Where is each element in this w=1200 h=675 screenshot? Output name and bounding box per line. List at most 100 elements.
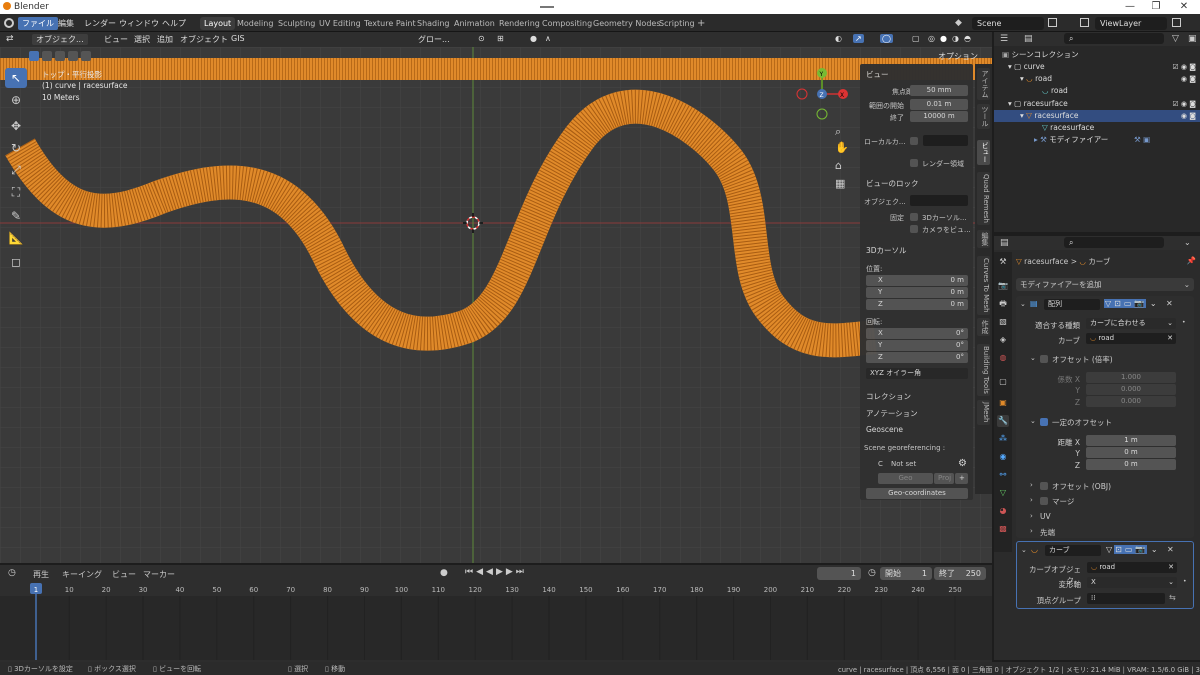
material-tab-icon[interactable]: ◕ [997, 505, 1009, 517]
curve-mod-name-field[interactable]: カーブ [1045, 545, 1101, 556]
xray-icon[interactable]: ▢ [912, 34, 920, 43]
select-intersect-icon[interactable] [81, 51, 91, 61]
outliner-row-road-data[interactable]: ◡ road [994, 85, 1200, 97]
outliner-search-input[interactable]: ⌕ [1064, 33, 1164, 44]
properties-options-icon[interactable]: ⌄ [1184, 238, 1191, 247]
properties-editor-icon[interactable]: ▤ [1000, 238, 1009, 248]
shading-material-icon[interactable]: ◑ [952, 34, 959, 43]
tab-building-tools[interactable]: Building Tools [977, 344, 990, 396]
tab-sculpting[interactable]: Sculpting [274, 17, 319, 30]
annotation-header[interactable]: アノテーション [866, 408, 918, 419]
tool-tab-icon[interactable]: ⚒ [997, 256, 1009, 268]
cursor-rot-z-field[interactable]: Z 0° [866, 352, 968, 363]
modifier-tab-icon[interactable]: 🔧 [997, 415, 1009, 427]
tab-texture-paint[interactable]: Texture Paint [360, 17, 420, 30]
timeline-menu-keying[interactable]: キーイング [62, 569, 102, 580]
output-tab-icon[interactable]: 🖶 [997, 298, 1009, 310]
menu-render[interactable]: レンダー [80, 17, 120, 30]
tab-tool[interactable]: ツール [977, 104, 990, 129]
clip-start-field[interactable]: 0.01 m [910, 99, 968, 110]
cursor-rot-y-field[interactable]: Y 0° [866, 340, 968, 351]
distance-z-field[interactable]: 0 m [1086, 459, 1176, 470]
editor-type-icon[interactable]: ⇄ [6, 34, 14, 44]
particles-tab-icon[interactable]: ⁂ [997, 433, 1009, 445]
tab-item[interactable]: アイテム [977, 68, 990, 100]
viewport-menu-gis[interactable]: GIS [231, 34, 245, 43]
start-frame-field[interactable]: 開始 1 [880, 567, 932, 580]
relative-offset-collapse-icon[interactable]: ⌄ [1030, 354, 1036, 362]
constant-offset-checkbox[interactable] [1040, 418, 1048, 426]
outliner-row-racesurface-data[interactable]: ▽ racesurface [994, 122, 1200, 134]
new-view-layer-icon[interactable] [1172, 18, 1181, 27]
focal-length-field[interactable]: 50 mm [910, 85, 968, 96]
cursor-loc-z-field[interactable]: Z0 m [866, 299, 968, 310]
scene-field[interactable]: Scene [972, 17, 1044, 30]
new-collection-icon[interactable]: ▣ [1188, 34, 1197, 44]
uv-expand-icon[interactable]: › [1030, 512, 1033, 520]
curve-mod-visibility-toggles[interactable]: ▽ ⊡ ▭ 📷 ⌄ [1105, 545, 1159, 554]
tab-view[interactable]: ビュー [977, 140, 990, 165]
local-camera-field[interactable] [923, 135, 968, 146]
menu-file[interactable]: ファイル [18, 17, 58, 30]
select-new-icon[interactable] [29, 51, 39, 61]
timeline-editor-icon[interactable]: ◷ [8, 568, 16, 578]
rotation-mode-dropdown[interactable]: XYZ オイラー角 [866, 368, 968, 379]
ortho-toggle-icon[interactable]: ▦ [835, 177, 845, 190]
outliner-row-modifiers[interactable]: ▸ ⚒ モディファイアー ⚒ ▣ [994, 134, 1200, 146]
data-tab-icon[interactable]: ▽ [997, 487, 1009, 499]
visibility-icon[interactable]: ◐ [835, 34, 842, 43]
tab-modeling[interactable]: Modeling [233, 17, 277, 30]
viewport-canvas[interactable]: X Y Z [0, 47, 992, 563]
render-tab-icon[interactable]: 📷 [997, 280, 1009, 292]
select-invert-icon[interactable] [68, 51, 78, 61]
array-delete-icon[interactable]: ✕ [1166, 299, 1173, 308]
object-tab-icon[interactable]: ▣ [997, 397, 1009, 409]
geo-button[interactable]: Geo [878, 473, 933, 484]
merge-expand-icon[interactable]: › [1030, 496, 1033, 504]
timeline-menu-playback[interactable]: 再生 [33, 569, 49, 580]
collection-header[interactable]: コレクション [866, 391, 911, 402]
factor-z-field[interactable]: 0.000 [1086, 396, 1176, 407]
options-dropdown[interactable]: オプション [938, 51, 978, 62]
pan-hand-icon[interactable]: ✋ [835, 141, 849, 154]
snap-icon[interactable]: ⊙ [478, 34, 485, 43]
minimize-button[interactable]: — [1116, 1, 1144, 12]
viewport-menu-add[interactable]: 追加 [157, 34, 173, 45]
transform-orientation-dropdown[interactable]: グロー... [418, 34, 450, 45]
mode-dropdown[interactable]: オブジェク... [32, 34, 88, 45]
playback-controls[interactable]: ⏮◀◀▶▶⏭ [465, 567, 527, 577]
curve-collapse-icon[interactable]: ⌄ [1021, 546, 1027, 554]
tab-curves-to-mesh[interactable]: Curves To Mesh [977, 256, 990, 315]
view-section-header[interactable]: ビュー [866, 69, 889, 80]
factor-x-field[interactable]: 1.000 [1086, 372, 1176, 383]
maximize-button[interactable]: ❐ [1142, 1, 1170, 12]
cursor-loc-y-field[interactable]: Y0 m [866, 287, 968, 298]
collection-tab-icon[interactable]: ▢ [997, 376, 1009, 388]
new-scene-icon[interactable] [1048, 18, 1057, 27]
measure-tool-icon[interactable]: 📐 [5, 228, 27, 248]
rotate-tool-icon[interactable]: ↻ [5, 138, 27, 158]
view-lock-header[interactable]: ビューのロック [866, 178, 919, 189]
tab-create[interactable]: 作成 [977, 318, 990, 336]
select-box-icon[interactable]: ↖ [5, 68, 27, 88]
menu-edit[interactable]: 編集 [54, 17, 78, 30]
viewport-menu-select[interactable]: 選択 [134, 34, 150, 45]
merge-checkbox[interactable] [1040, 497, 1048, 505]
outliner-editor-icon[interactable]: ☰ [1000, 34, 1008, 44]
tab-edit[interactable]: 編集 [977, 230, 990, 248]
add-georef-button[interactable]: + [955, 473, 968, 484]
blender-menu-icon[interactable] [4, 18, 14, 28]
gizmo-toggle-icon[interactable]: ↗ [853, 34, 864, 43]
move-tool-icon[interactable]: ✥ [5, 116, 27, 136]
viewport-menu-object[interactable]: オブジェクト [180, 34, 228, 45]
timeline-track[interactable]: 10 20 30 40 50 60 70 80 90 100 110 120 130 140 150 160 1… [0, 582, 992, 660]
view-layer-field[interactable]: ViewLayer [1095, 17, 1167, 30]
array-name-field[interactable]: 配列 [1044, 299, 1100, 310]
snap-target-icon[interactable]: ⊞ [497, 34, 504, 43]
local-camera-checkbox[interactable] [910, 137, 918, 145]
fit-type-dropdown[interactable]: カーブに合わせる ⌄ [1086, 318, 1176, 329]
world-tab-icon[interactable]: ◍ [997, 352, 1009, 364]
view-layer-tab-icon[interactable]: ▧ [997, 316, 1009, 328]
timeline-menu-view[interactable]: ビュー [112, 569, 136, 580]
viewport-menu-view[interactable]: ビュー [104, 34, 128, 45]
